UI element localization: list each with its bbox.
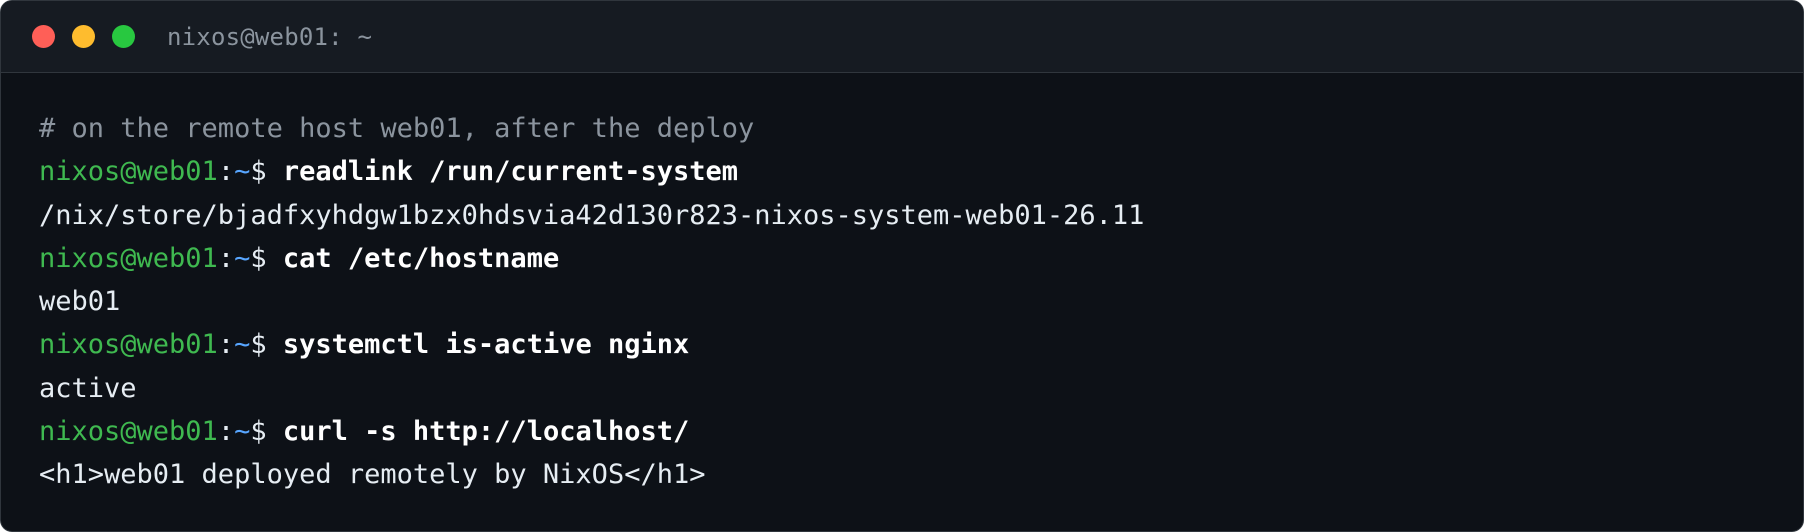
command-text: cat /etc/hostname	[282, 242, 560, 274]
command-output: web01	[39, 286, 121, 318]
prompt-symbol: $	[250, 416, 283, 448]
prompt-line: nixos@web01:~$ systemctl is-active nginx	[39, 323, 1803, 366]
terminal-output[interactable]: # on the remote host web01, after the de…	[1, 73, 1803, 497]
command-text: readlink /run/current-system	[282, 156, 739, 188]
maximize-button[interactable]	[112, 25, 135, 48]
prompt-line: nixos@web01:~$ readlink /run/current-sys…	[39, 150, 1803, 193]
command-text: curl -s http://localhost/	[282, 416, 690, 448]
prompt-path: ~	[234, 329, 251, 361]
title-bar[interactable]: nixos@web01: ~	[1, 1, 1803, 73]
prompt-separator: :	[217, 329, 235, 361]
prompt-user: nixos@web01	[39, 416, 218, 448]
prompt-path: ~	[234, 156, 251, 188]
prompt-symbol: $	[250, 156, 283, 188]
prompt-separator: :	[217, 416, 235, 448]
prompt-line: nixos@web01:~$ curl -s http://localhost/	[39, 410, 1803, 453]
prompt-user: nixos@web01	[39, 329, 218, 361]
prompt-user: nixos@web01	[39, 242, 218, 274]
prompt-separator: :	[217, 242, 235, 274]
prompt-symbol: $	[250, 329, 283, 361]
window-title: nixos@web01: ~	[167, 22, 373, 51]
prompt-separator: :	[217, 156, 235, 188]
command-output: /nix/store/bjadfxyhdgw1bzx0hdsvia42d130r…	[39, 199, 1145, 231]
prompt-line: nixos@web01:~$ cat /etc/hostname	[39, 237, 1803, 280]
prompt-symbol: $	[250, 242, 283, 274]
close-button[interactable]	[32, 25, 55, 48]
command-output: <h1>web01 deployed remotely by NixOS</h1…	[39, 459, 706, 491]
terminal-window: nixos@web01: ~ # on the remote host web0…	[0, 0, 1804, 532]
command-output: active	[39, 372, 137, 404]
prompt-user: nixos@web01	[39, 156, 218, 188]
minimize-button[interactable]	[72, 25, 95, 48]
command-text: systemctl is-active nginx	[282, 329, 690, 361]
prompt-path: ~	[234, 242, 251, 274]
comment-line: # on the remote host web01, after the de…	[39, 113, 755, 144]
prompt-path: ~	[234, 416, 251, 448]
